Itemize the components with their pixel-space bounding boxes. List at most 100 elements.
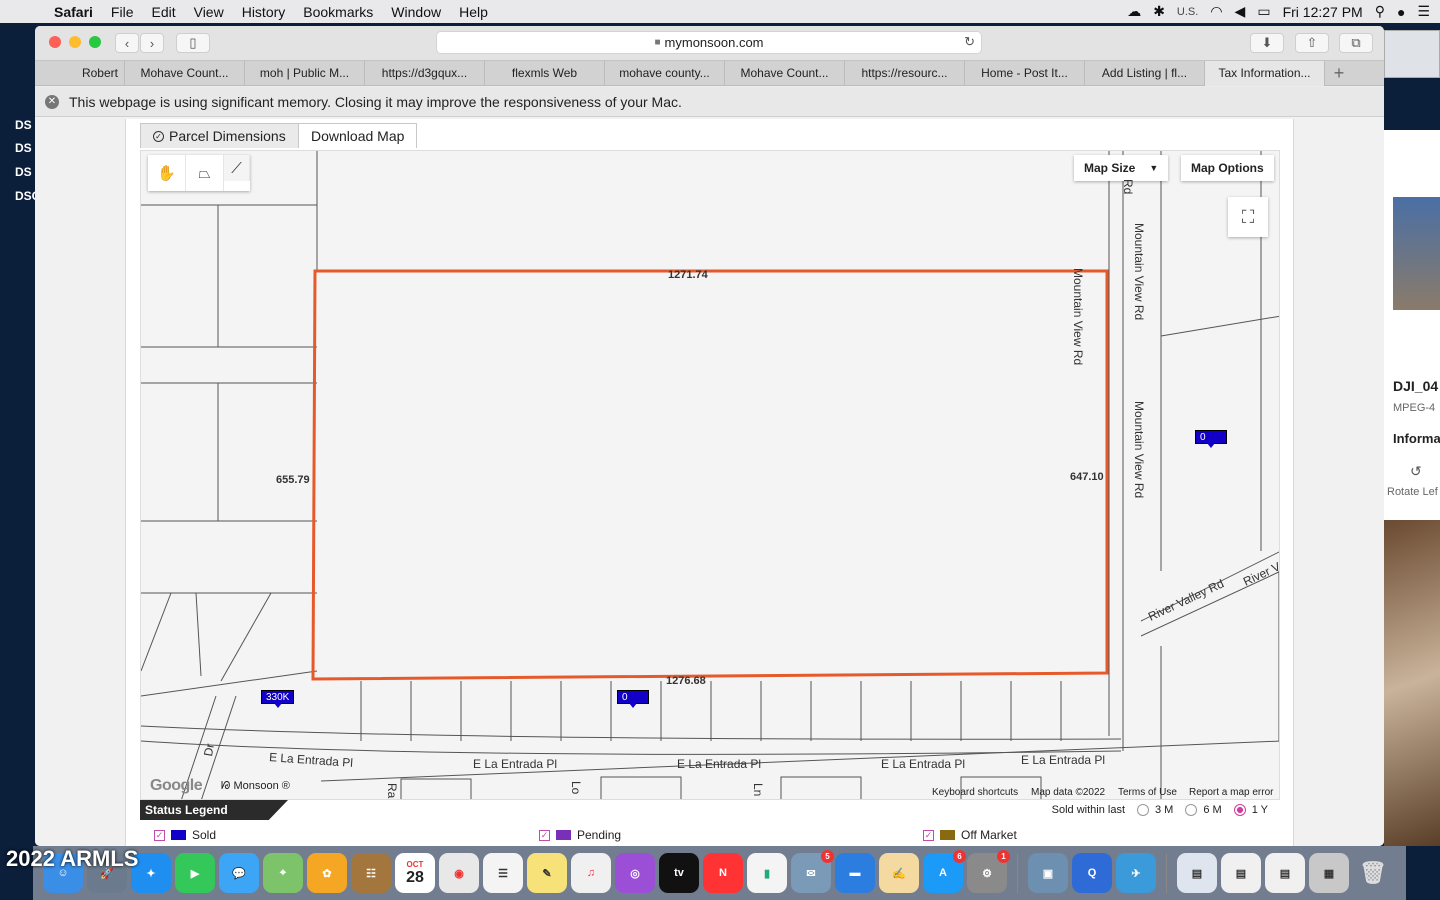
siri-icon[interactable]: ● (1397, 4, 1405, 20)
browser-tab[interactable]: Home - Post It... (965, 61, 1085, 86)
creative-cloud-icon[interactable]: ☁ (1127, 3, 1141, 20)
document-stack-icon[interactable]: ▤ (1221, 853, 1261, 893)
browser-tab[interactable]: https://resourc... (845, 61, 965, 86)
menu-bookmarks[interactable]: Bookmarks (294, 4, 382, 20)
chrome-icon[interactable]: ◉ (439, 853, 479, 893)
preview-icon[interactable]: ▣ (1028, 853, 1068, 893)
messages-icon[interactable]: 💬 (219, 853, 259, 893)
minimize-window-button[interactable] (69, 36, 81, 48)
calendar-icon[interactable]: OCT 28 (395, 853, 435, 893)
parcel-map[interactable]: ✋ ⏢ ⟋ Map Size ▼ Map Options ⛶ 1271.74 6… (140, 150, 1280, 800)
sold-label: Sold (192, 828, 217, 842)
bird-app-icon[interactable]: ✈ (1116, 853, 1156, 893)
listing-marker-sold[interactable]: 0 (1195, 430, 1227, 448)
map-size-dropdown[interactable]: Map Size ▼ (1074, 155, 1169, 181)
input-source[interactable]: U.S. (1177, 6, 1198, 18)
close-banner-icon[interactable]: ✕ (45, 94, 59, 109)
report-map-error-link[interactable]: Report a map error (1189, 787, 1273, 798)
tab-download-map[interactable]: Download Map (298, 123, 418, 148)
map-drawing-tools: ✋ ⏢ ⟋ (148, 155, 250, 191)
menu-file[interactable]: File (102, 4, 143, 20)
podcasts-icon[interactable]: ◎ (615, 853, 655, 893)
off-market-checkbox[interactable]: ✓ (923, 829, 934, 841)
menu-edit[interactable]: Edit (142, 4, 184, 20)
rotate-left-label[interactable]: Rotate Lef (1387, 486, 1438, 498)
wifi-icon[interactable]: ◠ (1210, 3, 1222, 20)
chevron-left-icon: ‹ (124, 35, 130, 51)
news-icon[interactable]: N (703, 853, 743, 893)
tab-overview-button[interactable]: ⧉ (1339, 33, 1373, 53)
photos-icon[interactable]: ✿ (307, 853, 347, 893)
notification-center-icon[interactable]: ☰ (1417, 3, 1430, 20)
browser-tab[interactable]: https://d3gqux... (365, 61, 485, 86)
polygon-tool[interactable]: ⏢ (186, 155, 224, 191)
menu-view[interactable]: View (185, 4, 233, 20)
maps-icon[interactable]: ⌖ (263, 853, 303, 893)
menu-clock[interactable]: Fri 12:27 PM (1283, 4, 1363, 20)
reload-icon[interactable]: ↻ (964, 34, 975, 50)
battery-icon[interactable]: ▭ (1257, 3, 1270, 20)
pan-hand-tool[interactable]: ✋ (148, 155, 186, 191)
terms-of-use-link[interactable]: Terms of Use (1118, 787, 1177, 798)
document-stack-icon[interactable]: ▤ (1265, 853, 1305, 893)
browser-tab[interactable]: Mohave Count... (725, 61, 845, 86)
map-options-button[interactable]: Map Options (1181, 155, 1274, 181)
notes-icon[interactable]: ✎ (527, 853, 567, 893)
menu-app-name[interactable]: Safari (40, 4, 102, 20)
menu-window[interactable]: Window (382, 4, 450, 20)
contacts-icon[interactable]: ☷ (351, 853, 391, 893)
listing-marker-sold[interactable]: 0 (617, 690, 649, 708)
sold-checkbox[interactable]: ✓ (154, 829, 165, 841)
listing-marker-sold[interactable]: 330K (261, 690, 295, 708)
bluetooth-icon[interactable]: ✱ (1153, 3, 1165, 20)
menu-help[interactable]: Help (450, 4, 497, 20)
keyboard-shortcuts-link[interactable]: Keyboard shortcuts (932, 787, 1018, 798)
downloads-button[interactable]: ⬇ (1250, 33, 1284, 53)
new-tab-button[interactable]: + (1325, 61, 1353, 85)
keynote-icon[interactable]: ▬ (835, 853, 875, 893)
forward-button[interactable]: › (140, 33, 164, 53)
reminders-icon[interactable]: ☰ (483, 853, 523, 893)
browser-tab[interactable]: Mohave Count... (125, 61, 245, 86)
image-stack-icon[interactable]: ▦ (1309, 853, 1349, 893)
music-icon[interactable]: ♫ (571, 853, 611, 893)
trash-icon[interactable]: 🗑 (1353, 853, 1393, 893)
tv-icon[interactable]: tv (659, 853, 699, 893)
mail-icon[interactable]: ✉ 5 (791, 850, 834, 893)
sidebar-toggle-button[interactable]: ▯ (176, 33, 210, 53)
share-button[interactable]: ⇧ (1295, 33, 1329, 53)
desktop-screenshot-thumbnail[interactable] (1384, 30, 1440, 78)
radio-3m[interactable] (1137, 804, 1149, 816)
browser-tab[interactable]: moh | Public M... (245, 61, 365, 86)
polyline-tool[interactable]: ⟋ (224, 155, 250, 181)
downloads-stack-icon[interactable]: ▤ (1177, 853, 1217, 893)
radio-6m[interactable] (1185, 804, 1198, 816)
close-window-button[interactable] (49, 36, 61, 48)
numbers-icon[interactable]: ▮ (747, 853, 787, 893)
app-store-icon[interactable]: A6 (923, 850, 966, 893)
fullscreen-button[interactable]: ⛶ (1228, 197, 1268, 237)
radio-1y[interactable] (1233, 804, 1246, 816)
browser-tab-active[interactable]: Tax Information... (1205, 61, 1325, 86)
system-preferences-icon[interactable]: ⚙ 1 (967, 850, 1010, 893)
pending-checkbox[interactable]: ✓ (539, 829, 550, 841)
tab-parcel-dimensions[interactable]: ✓ Parcel Dimensions (140, 123, 299, 148)
zoom-window-button[interactable] (89, 36, 101, 48)
spotlight-icon[interactable]: ⚲ (1375, 3, 1385, 20)
browser-tab[interactable]: Robert (35, 61, 125, 86)
browser-tab[interactable]: Add Listing | fl... (1085, 61, 1205, 86)
volume-icon[interactable]: ◀ (1235, 3, 1246, 20)
quicktime-icon[interactable]: Q (1072, 853, 1112, 893)
pages-icon[interactable]: ✍ (879, 853, 919, 893)
back-button[interactable]: ‹ (115, 33, 139, 53)
rotate-left-icon[interactable]: ↺ (1410, 463, 1422, 480)
facetime-icon[interactable]: ▶ (175, 853, 215, 893)
desktop-file-label[interactable]: DS (15, 118, 32, 132)
menu-history[interactable]: History (233, 4, 295, 20)
desktop-file-label[interactable]: DS (15, 165, 32, 179)
browser-tab[interactable]: flexmls Web (485, 61, 605, 86)
browser-tab[interactable]: mohave county... (605, 61, 725, 86)
desktop-file-label[interactable]: DS (15, 141, 32, 155)
video-thumbnail[interactable] (1393, 197, 1440, 310)
address-bar[interactable]: ■ mymonsoon.com ↻ (436, 31, 982, 54)
